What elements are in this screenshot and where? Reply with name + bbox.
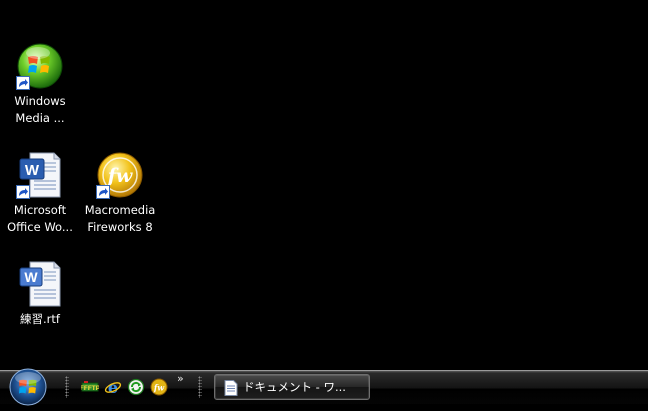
svg-text:W: W xyxy=(24,269,38,285)
ftp-tool-icon: FFFTP xyxy=(80,381,101,392)
desktop: Windows Media ... W Microsoft Office Wo.… xyxy=(0,0,648,370)
shortcut-arrow-icon xyxy=(16,185,30,199)
taskbar-button-document[interactable]: ドキュメント - ワ... xyxy=(214,374,370,400)
toolbar-grip[interactable] xyxy=(65,376,69,398)
quick-launch-sync[interactable] xyxy=(127,378,145,396)
windows-media-player-icon xyxy=(16,42,64,90)
fireworks-icon: fw xyxy=(150,378,168,396)
desktop-icon-windows-media[interactable]: Windows Media ... xyxy=(0,42,80,127)
internet-explorer-icon: e xyxy=(104,378,122,397)
sync-green-icon xyxy=(127,378,145,396)
quick-launch-fireworks[interactable]: fw xyxy=(150,378,168,396)
svg-text:e: e xyxy=(108,378,118,396)
rtf-document-icon: W xyxy=(16,260,64,308)
quick-launch-more-chevron[interactable]: » xyxy=(177,373,184,385)
desktop-icon-microsoft-office-word[interactable]: W Microsoft Office Wo... xyxy=(0,151,80,236)
desktop-icon-label: 練習.rtf xyxy=(20,312,60,326)
desktop-icon-rtf-file[interactable]: W 練習.rtf xyxy=(0,260,80,328)
shortcut-arrow-icon xyxy=(96,185,110,199)
desktop-icon-label: Microsoft Office Wo... xyxy=(7,203,73,234)
svg-text:W: W xyxy=(25,162,40,179)
toolbar-grip[interactable] xyxy=(198,376,202,398)
taskbar: FFFTP e fw » ドキュメント - ワ... xyxy=(0,367,648,407)
svg-text:fw: fw xyxy=(153,383,165,393)
quick-launch-ftp-tool[interactable]: FFFTP xyxy=(80,378,101,396)
start-button[interactable] xyxy=(6,367,50,407)
desktop-icon-label: Windows Media ... xyxy=(14,94,66,125)
desktop-icon-macromedia-fireworks[interactable]: fw Macromedia Fireworks 8 xyxy=(80,151,160,236)
desktop-icon-label: Macromedia Fireworks 8 xyxy=(84,203,156,234)
taskbar-button-label: ドキュメント - ワ... xyxy=(243,380,346,394)
windows-logo-icon xyxy=(9,368,47,406)
quick-launch-internet-explorer[interactable]: e xyxy=(104,378,122,397)
fireworks-icon: fw xyxy=(96,151,144,199)
word-icon: W xyxy=(16,151,64,199)
document-icon xyxy=(224,380,238,396)
svg-text:fw: fw xyxy=(106,165,133,187)
shortcut-arrow-icon xyxy=(16,76,30,90)
svg-text:FFFTP: FFFTP xyxy=(81,385,99,392)
